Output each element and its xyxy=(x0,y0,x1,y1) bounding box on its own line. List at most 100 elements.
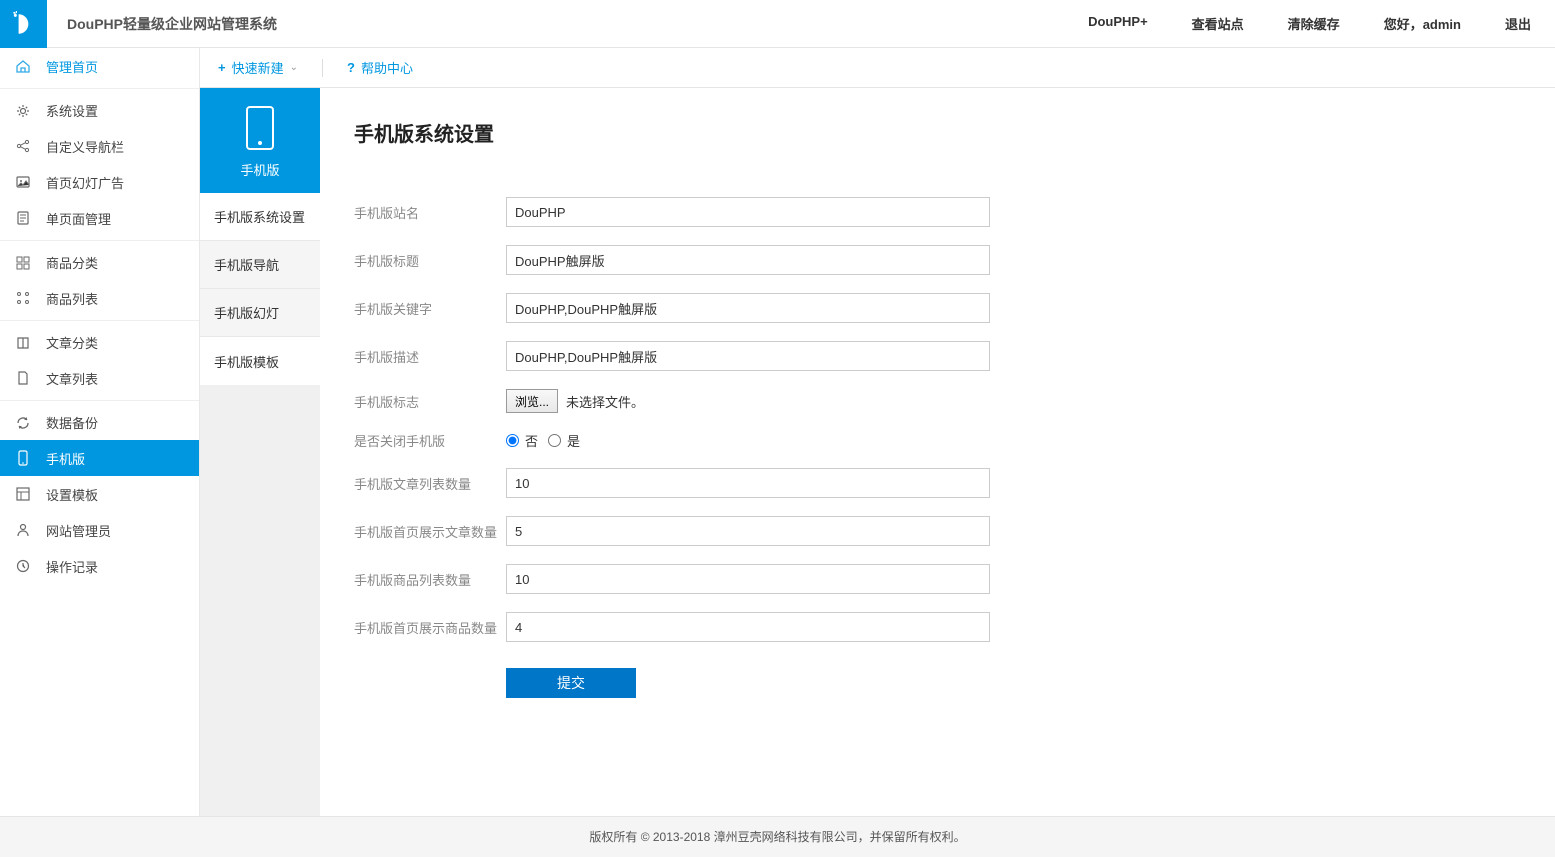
sidebar-item-home[interactable]: 管理首页 xyxy=(0,48,199,84)
sidebar-item-label: 网站管理员 xyxy=(46,521,111,540)
sidebar: 管理首页 系统设置 自定义导航栏 首页幻灯广告 单页面管理 商品分类 商品列表 … xyxy=(0,48,200,816)
input-keywords[interactable] xyxy=(506,293,990,323)
radio-yes-label: 是 xyxy=(567,431,580,450)
link-douphp-plus[interactable]: DouPHP+ xyxy=(1088,14,1148,33)
logo xyxy=(0,0,47,48)
radio-yes[interactable] xyxy=(548,434,561,447)
sidebar-item-article-cat[interactable]: 文章分类 xyxy=(0,320,199,360)
sidebar-item-article-list[interactable]: 文章列表 xyxy=(0,360,199,396)
sidebar-item-label: 设置模板 xyxy=(46,485,98,504)
label-article-list-count: 手机版文章列表数量 xyxy=(354,474,506,493)
sidebar-item-label: 自定义导航栏 xyxy=(46,137,124,156)
top-right-links: DouPHP+ 查看站点 清除缓存 您好，admin 退出 xyxy=(1088,14,1531,33)
question-icon: ? xyxy=(347,60,355,75)
sidebar-item-mobile[interactable]: 手机版 xyxy=(0,440,199,476)
user-icon xyxy=(14,521,32,539)
tab-label: 手机版系统设置 xyxy=(214,207,305,226)
sidebar-item-label: 商品列表 xyxy=(46,289,98,308)
label-site-title: 手机版标题 xyxy=(354,251,506,270)
plus-icon: + xyxy=(218,60,226,75)
sidebar-item-label: 手机版 xyxy=(46,449,85,468)
radio-no-label: 否 xyxy=(525,431,538,450)
sub-bar: + 快速新建 ⌄ ? 帮助中心 xyxy=(200,48,1555,88)
grid2-icon xyxy=(14,289,32,307)
submit-button[interactable]: 提交 xyxy=(506,668,636,698)
brand-title: DouPHP轻量级企业网站管理系统 xyxy=(67,14,277,34)
side-tabs: 手机版 手机版系统设置 手机版导航 手机版幻灯 手机版模板 xyxy=(200,88,320,816)
input-site-name[interactable] xyxy=(506,197,990,227)
home-icon xyxy=(14,57,32,75)
quick-new-button[interactable]: + 快速新建 ⌄ xyxy=(218,58,298,77)
footer: 版权所有 © 2013-2018 漳州豆壳网络科技有限公司，并保留所有权利。 xyxy=(0,816,1555,856)
refresh-icon xyxy=(14,414,32,432)
tab-system-settings[interactable]: 手机版系统设置 xyxy=(200,193,320,241)
sidebar-item-pages[interactable]: 单页面管理 xyxy=(0,200,199,236)
sidebar-item-label: 商品分类 xyxy=(46,253,98,272)
input-description[interactable] xyxy=(506,341,990,371)
file-icon xyxy=(14,369,32,387)
divider xyxy=(322,59,323,77)
link-view-site[interactable]: 查看站点 xyxy=(1192,14,1244,33)
label-product-list-count: 手机版商品列表数量 xyxy=(354,570,506,589)
label-keywords: 手机版关键字 xyxy=(354,299,506,318)
sidebar-item-label: 操作记录 xyxy=(46,557,98,576)
sidebar-item-label: 数据备份 xyxy=(46,413,98,432)
sidebar-item-slider[interactable]: 首页幻灯广告 xyxy=(0,164,199,200)
label-home-product-count: 手机版首页展示商品数量 xyxy=(354,618,506,637)
phone-icon xyxy=(14,449,32,467)
sidebar-item-label: 文章列表 xyxy=(46,369,98,388)
top-bar: DouPHP轻量级企业网站管理系统 DouPHP+ 查看站点 清除缓存 您好，a… xyxy=(0,0,1555,48)
grid-icon xyxy=(14,254,32,272)
label-close-mobile: 是否关闭手机版 xyxy=(354,431,506,450)
browse-button[interactable]: 浏览... xyxy=(506,389,558,413)
tab-label: 手机版幻灯 xyxy=(214,303,279,322)
sidebar-item-logs[interactable]: 操作记录 xyxy=(0,548,199,584)
sidebar-item-product-list[interactable]: 商品列表 xyxy=(0,280,199,316)
radio-no[interactable] xyxy=(506,434,519,447)
tab-label: 手机版导航 xyxy=(214,255,279,274)
page-title: 手机版系统设置 xyxy=(354,118,1521,147)
sidebar-item-template[interactable]: 设置模板 xyxy=(0,476,199,512)
label-logo: 手机版标志 xyxy=(354,392,506,411)
input-home-article-count[interactable] xyxy=(506,516,990,546)
sidebar-item-nav[interactable]: 自定义导航栏 xyxy=(0,128,199,164)
chevron-down-icon: ⌄ xyxy=(290,62,298,73)
book-icon xyxy=(14,334,32,352)
sidebar-item-product-cat[interactable]: 商品分类 xyxy=(0,240,199,280)
file-status-text: 未选择文件。 xyxy=(566,392,644,411)
input-product-list-count[interactable] xyxy=(506,564,990,594)
help-label: 帮助中心 xyxy=(361,58,413,77)
greeting-admin[interactable]: 您好，admin xyxy=(1384,14,1461,33)
tab-mobile-nav[interactable]: 手机版导航 xyxy=(200,241,320,289)
input-site-title[interactable] xyxy=(506,245,990,275)
sidebar-item-admin[interactable]: 网站管理员 xyxy=(0,512,199,548)
link-logout[interactable]: 退出 xyxy=(1505,14,1531,33)
input-home-product-count[interactable] xyxy=(506,612,990,642)
clock-icon xyxy=(14,557,32,575)
phone-large-icon xyxy=(246,106,274,150)
gear-icon xyxy=(14,102,32,120)
form-panel: 手机版系统设置 手机版站名 手机版标题 手机版关键字 手机版描述 xyxy=(320,88,1555,816)
share-icon xyxy=(14,137,32,155)
sidebar-item-label: 首页幻灯广告 xyxy=(46,173,124,192)
tab-mobile-template[interactable]: 手机版模板 xyxy=(200,337,320,385)
label-home-article-count: 手机版首页展示文章数量 xyxy=(354,522,506,541)
tab-label: 手机版模板 xyxy=(214,352,279,371)
sidebar-item-label: 文章分类 xyxy=(46,333,98,352)
label-description: 手机版描述 xyxy=(354,347,506,366)
logo-icon xyxy=(11,11,37,37)
quick-new-label: 快速新建 xyxy=(232,58,284,77)
page-icon xyxy=(14,209,32,227)
sidebar-item-label: 管理首页 xyxy=(46,57,98,76)
image-icon xyxy=(14,173,32,191)
tab-mobile-slider[interactable]: 手机版幻灯 xyxy=(200,289,320,337)
input-article-list-count[interactable] xyxy=(506,468,990,498)
sidebar-item-backup[interactable]: 数据备份 xyxy=(0,400,199,440)
tab-head: 手机版 xyxy=(200,88,320,193)
sidebar-item-system[interactable]: 系统设置 xyxy=(0,88,199,128)
link-clear-cache[interactable]: 清除缓存 xyxy=(1288,14,1340,33)
tab-head-label: 手机版 xyxy=(200,160,320,179)
help-button[interactable]: ? 帮助中心 xyxy=(347,58,413,77)
layout-icon xyxy=(14,485,32,503)
copyright-text: 版权所有 © 2013-2018 漳州豆壳网络科技有限公司，并保留所有权利。 xyxy=(589,830,965,844)
